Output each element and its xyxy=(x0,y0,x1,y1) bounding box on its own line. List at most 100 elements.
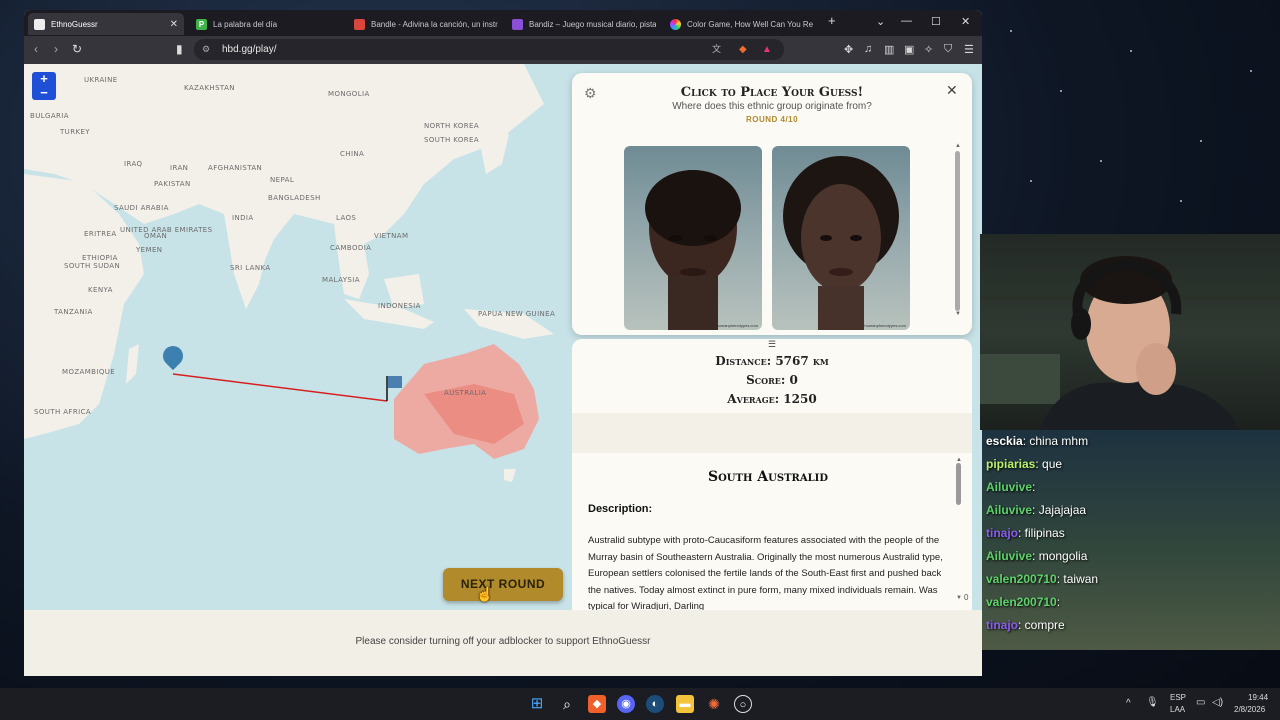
tab-label: Bandiz – Juego musical diario, pista xyxy=(529,19,656,29)
chat-username[interactable]: tinajo xyxy=(986,618,1018,632)
new-tab-button[interactable]: + xyxy=(828,13,836,28)
map-label: TURKEY xyxy=(60,128,90,136)
wallet-icon[interactable]: ▣ xyxy=(904,43,914,56)
tray-chevron-icon[interactable]: ^ xyxy=(1126,698,1131,709)
map-label: KAZAKHSTAN xyxy=(184,84,235,92)
zoom-out-button[interactable]: − xyxy=(32,86,56,100)
chat-text: : xyxy=(1032,480,1036,494)
reload-icon[interactable]: ↻ xyxy=(72,42,82,56)
tab-palabra[interactable]: P La palabra del día xyxy=(190,13,340,35)
music-icon[interactable]: ♫ xyxy=(864,43,872,55)
chat-username[interactable]: Ailuvive xyxy=(986,480,1032,494)
tab-colorgame[interactable]: Color Game, How Well Can You Re xyxy=(664,13,814,35)
map-label: YEMEN xyxy=(136,246,163,254)
clock-date[interactable]: 2/8/2026 xyxy=(1234,705,1265,714)
windows-start-icon[interactable]: ⊞ xyxy=(528,695,546,713)
steam-icon[interactable]: ◐ xyxy=(646,695,664,713)
close-tab-icon[interactable]: ✕ xyxy=(170,19,178,30)
map-label: INDIA xyxy=(232,214,254,222)
chat-username[interactable]: pipiarias xyxy=(986,457,1035,471)
star xyxy=(1030,180,1032,182)
tab-bandle[interactable]: Bandle - Adivina la canción, un instr xyxy=(348,13,498,35)
discord-icon[interactable]: ◉ xyxy=(617,695,635,713)
file-explorer-icon[interactable]: ▬ xyxy=(676,695,694,713)
face-credit: humanphenotypes.com xyxy=(716,323,758,328)
chat-username[interactable]: tinajo xyxy=(986,526,1018,540)
network-icon[interactable]: ▭ xyxy=(1196,697,1205,708)
menu-icon[interactable]: ☰ xyxy=(964,43,974,56)
score-text: Score: 0 xyxy=(746,373,798,387)
sidebar-icon[interactable]: ▥ xyxy=(884,43,894,56)
scroll-down-icon[interactable]: ▼ xyxy=(955,311,961,317)
map-label: TANZANIA xyxy=(54,308,93,316)
forward-icon[interactable]: › xyxy=(54,42,58,56)
next-round-button[interactable]: NEXT ROUND xyxy=(443,568,563,601)
guess-panel: ⚙ Click to Place Your Guess! Where does … xyxy=(572,73,972,335)
clock-time[interactable]: 19:44 xyxy=(1248,693,1268,702)
map-label: UKRAINE xyxy=(84,76,118,84)
chat-username[interactable]: valen200710 xyxy=(986,572,1057,586)
chat-username[interactable]: esckia xyxy=(986,434,1023,448)
tab-list-chevron-icon[interactable]: ⌄ xyxy=(876,15,885,28)
chat-message: pipiarias: que xyxy=(986,457,1062,471)
chat-username[interactable]: Ailuvive xyxy=(986,549,1032,563)
chat-message: Ailuvive: mongolia xyxy=(986,549,1087,563)
drag-handle-icon[interactable]: ☰ xyxy=(572,339,972,350)
chat-username[interactable]: valen200710 xyxy=(986,595,1057,609)
map-label: AFGHANISTAN xyxy=(208,164,263,172)
leo-ai-icon[interactable]: ✧ xyxy=(924,43,933,56)
chat-text: : china mhm xyxy=(1022,434,1089,448)
chat-message: esckia: china mhm xyxy=(986,434,1088,448)
scroll-value: 0 xyxy=(964,593,969,602)
site-info-icon[interactable]: ⚙ xyxy=(202,39,210,60)
language-indicator[interactable]: ESP xyxy=(1170,693,1186,702)
zoom-control: + − xyxy=(32,72,56,100)
chat-text: : que xyxy=(1035,457,1063,471)
tab-label: EthnoGuessr xyxy=(51,19,98,29)
extensions-icon[interactable]: ✥ xyxy=(844,43,853,56)
bookmark-icon[interactable]: ▮ xyxy=(176,42,183,56)
search-icon[interactable]: ⌕ xyxy=(558,695,576,713)
volume-icon[interactable]: ◁) xyxy=(1212,697,1223,708)
chat-username[interactable]: Ailuvive xyxy=(986,503,1032,517)
star xyxy=(1200,140,1202,142)
close-icon[interactable]: ✕ xyxy=(946,82,958,99)
scroll-down-icon[interactable]: ▼ xyxy=(956,595,962,601)
vpn-icon[interactable]: ⛉ xyxy=(944,43,952,56)
map-label: PAKISTAN xyxy=(154,180,191,188)
guess-scrollbar[interactable]: ▲ ▼ xyxy=(955,143,961,323)
palabra-favicon-icon: P xyxy=(196,18,207,30)
zoom-in-button[interactable]: + xyxy=(32,72,56,86)
close-window-icon[interactable]: ✕ xyxy=(961,15,970,28)
result-scrollbar[interactable]: ▲ xyxy=(956,457,962,605)
app-sunburst-icon[interactable]: ✺ xyxy=(705,695,723,713)
map-label: IRAN xyxy=(170,164,189,172)
language-variant[interactable]: LAA xyxy=(1170,705,1185,714)
description-text: Australid subtype with proto-Caucasiform… xyxy=(588,535,943,610)
microphone-icon[interactable]: 🎙 xyxy=(1146,697,1159,708)
address-bar[interactable]: ⚙ hbd.gg/play/ 文 ◆ ▲ xyxy=(194,39,784,60)
map-label: MONGOLIA xyxy=(328,90,370,98)
obs-icon[interactable]: ○ xyxy=(734,695,752,713)
tab-bandiz[interactable]: Bandiz – Juego musical diario, pista xyxy=(506,13,656,35)
maximize-icon[interactable]: ☐ xyxy=(931,15,941,28)
chat-message: tinajo: compre xyxy=(986,618,1065,632)
map-label: SOUTH AFRICA xyxy=(34,408,92,416)
tab-ethnoguessr[interactable]: EthnoGuessr ✕ xyxy=(28,13,184,35)
brave-rewards-icon[interactable]: ▲ xyxy=(762,39,772,60)
scroll-up-icon[interactable]: ▲ xyxy=(955,143,961,149)
result-panel: ☰ Distance: 5767 km Score: 0 Average: 12… xyxy=(572,339,972,610)
map-label: LAOS xyxy=(336,214,357,222)
translate-icon[interactable]: 文 xyxy=(712,39,721,60)
brave-browser-icon[interactable]: ◆ xyxy=(588,695,606,713)
back-icon[interactable]: ‹ xyxy=(34,42,38,56)
hand-cursor-icon: ☝ xyxy=(476,586,494,602)
minimize-icon[interactable]: — xyxy=(901,15,912,27)
scroll-up-icon[interactable]: ▲ xyxy=(956,457,962,463)
scroll-thumb[interactable] xyxy=(955,151,960,311)
footer: Please consider turning off your adblock… xyxy=(24,610,982,676)
map-label: NORTH KOREA xyxy=(424,122,480,130)
browser-window: EthnoGuessr ✕ P La palabra del día Bandl… xyxy=(24,10,982,676)
scroll-thumb[interactable] xyxy=(956,463,961,505)
brave-shield-icon[interactable]: ◆ xyxy=(739,39,747,60)
